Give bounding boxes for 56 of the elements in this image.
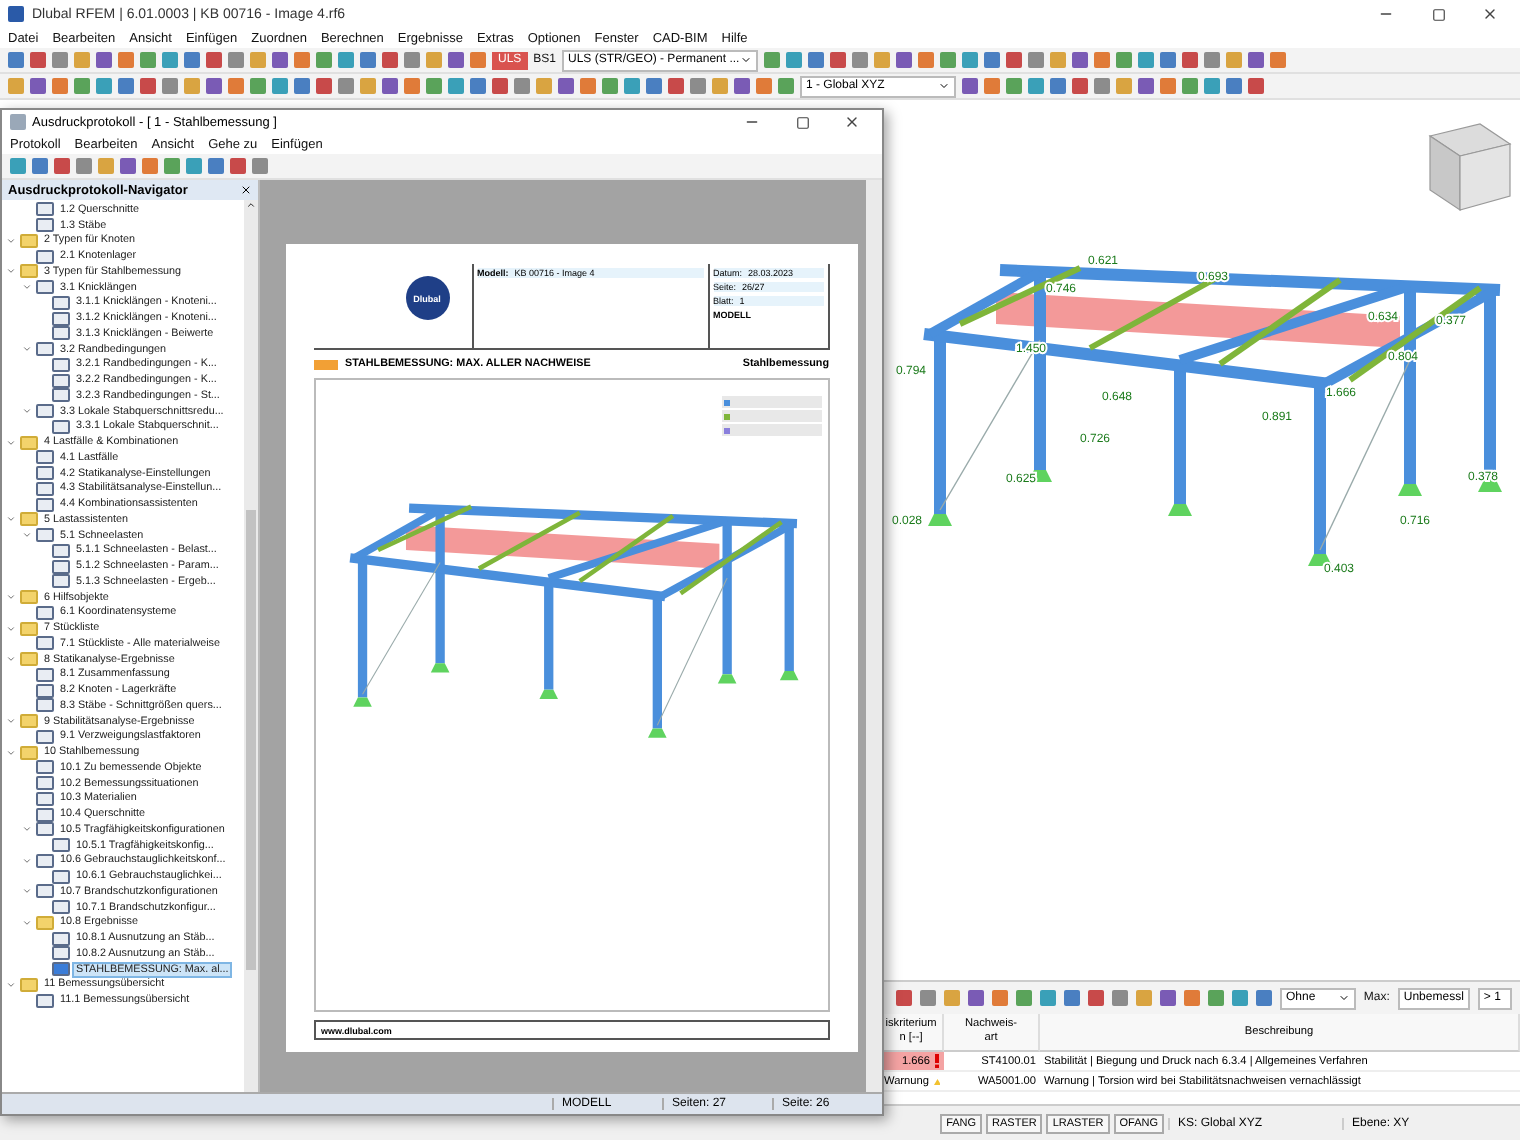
image-icon	[51, 962, 69, 977]
expander[interactable]	[22, 530, 32, 541]
expander[interactable]	[6, 979, 16, 990]
maximize-icon	[795, 115, 809, 129]
folder-icon	[19, 977, 37, 992]
chevron-icon	[6, 235, 16, 246]
chevron-icon	[22, 917, 32, 928]
expander[interactable]	[22, 282, 32, 293]
expander[interactable]	[6, 623, 16, 634]
folder-icon	[35, 915, 53, 930]
expander[interactable]	[22, 344, 32, 355]
error-icon	[934, 1054, 940, 1068]
warning-icon	[933, 1075, 940, 1087]
chevron-icon	[6, 437, 16, 448]
caret-icon	[938, 80, 950, 92]
expander[interactable]	[6, 716, 16, 727]
chevron-icon	[22, 406, 32, 417]
expander[interactable]	[22, 824, 32, 835]
expander[interactable]	[6, 654, 16, 665]
expander[interactable]	[22, 886, 32, 897]
close-icon[interactable]	[240, 184, 252, 196]
expander[interactable]	[6, 266, 16, 277]
expander[interactable]	[6, 235, 16, 246]
chevron-icon	[22, 824, 32, 835]
chevron-icon	[6, 979, 16, 990]
folder-icon	[19, 512, 37, 527]
folder-icon	[19, 435, 37, 450]
expander[interactable]	[6, 747, 16, 758]
caret-icon	[1337, 992, 1350, 1004]
chevron-icon	[6, 654, 16, 665]
caret-icon	[740, 54, 753, 66]
expander[interactable]	[6, 592, 16, 603]
chevron-icon	[6, 716, 16, 727]
expander[interactable]	[22, 406, 32, 417]
chevron-icon	[6, 592, 16, 603]
chevron-icon	[22, 855, 32, 866]
close-icon	[1482, 6, 1498, 22]
color-legend	[721, 396, 821, 436]
scrollbar[interactable]	[866, 180, 882, 1092]
app-icon	[8, 6, 24, 22]
status-tag	[313, 359, 337, 369]
chevron-icon	[22, 886, 32, 897]
expander[interactable]	[6, 437, 16, 448]
chevron-icon	[6, 747, 16, 758]
view-cube-icon[interactable]	[1428, 123, 1512, 212]
maximize-icon	[1431, 7, 1445, 21]
table-icon	[35, 993, 53, 1008]
chevron-icon	[6, 623, 16, 634]
expander[interactable]	[6, 514, 16, 525]
document-icon	[10, 114, 26, 130]
expander[interactable]	[22, 917, 32, 928]
scrollbar[interactable]	[244, 200, 258, 1092]
close-icon	[844, 114, 860, 130]
chevron-icon	[22, 344, 32, 355]
expander[interactable]	[22, 855, 32, 866]
scroll-up-icon[interactable]	[246, 200, 256, 210]
